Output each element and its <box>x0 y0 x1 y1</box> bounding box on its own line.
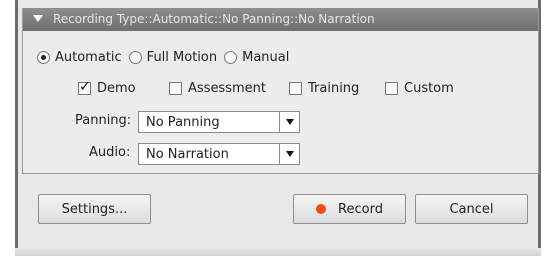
radio-full-motion-icon[interactable] <box>128 51 142 64</box>
mode-radio-group: Automatic Full Motion Manual <box>37 50 296 65</box>
chevron-down-icon[interactable] <box>279 144 299 164</box>
recording-type-header[interactable]: Recording Type::Automatic::No Panning::N… <box>23 8 538 31</box>
audio-label-text: Audio: <box>89 145 131 160</box>
checkbox-training-icon[interactable] <box>289 82 302 95</box>
mode-automatic[interactable]: Automatic <box>37 50 122 65</box>
record-button-label: Record <box>338 201 383 217</box>
checkbox-custom-icon[interactable] <box>385 82 398 95</box>
checkbox-assessment-icon[interactable] <box>169 82 182 95</box>
cancel-button[interactable]: Cancel <box>415 194 528 224</box>
type-check-assessment[interactable]: Assessment <box>169 81 266 96</box>
mode-full-motion[interactable]: Full Motion <box>128 50 218 65</box>
mode-full-motion-label: Full Motion <box>146 50 218 65</box>
type-demo-label: Demo <box>97 81 136 96</box>
mode-manual-label: Manual <box>242 50 290 65</box>
mode-manual[interactable]: Manual <box>224 50 289 65</box>
audio-label: Audio: <box>89 145 130 160</box>
radio-manual-icon[interactable] <box>224 51 238 64</box>
settings-button[interactable]: Settings... <box>38 194 151 224</box>
chevron-down-icon[interactable] <box>279 112 299 132</box>
cancel-button-label: Cancel <box>449 201 494 217</box>
dialog-bottom-edge <box>15 248 541 256</box>
audio-select[interactable]: No Narration <box>138 143 300 165</box>
checkbox-demo-icon[interactable] <box>78 79 91 95</box>
type-custom-label: Custom <box>404 81 454 96</box>
panning-select[interactable]: No Panning <box>138 111 300 133</box>
record-dot-icon <box>316 204 327 214</box>
panning-label: Panning: <box>75 113 131 128</box>
settings-button-label: Settings... <box>61 201 128 217</box>
recording-type-header-text: Recording Type::Automatic::No Panning::N… <box>53 12 375 26</box>
type-check-demo[interactable]: Demo <box>78 79 136 96</box>
recording-type-panel: Recording Type::Automatic::No Panning::N… <box>22 8 539 174</box>
type-training-label: Training <box>308 81 360 96</box>
panning-label-text: Panning: <box>75 113 132 128</box>
type-check-custom[interactable]: Custom <box>385 81 454 96</box>
mode-automatic-label: Automatic <box>55 50 122 65</box>
type-assessment-label: Assessment <box>188 81 266 96</box>
collapse-triangle-icon[interactable] <box>33 15 43 22</box>
type-check-training[interactable]: Training <box>289 81 359 96</box>
record-button[interactable]: Record <box>293 194 406 224</box>
radio-automatic-icon[interactable] <box>37 51 50 64</box>
panning-select-value: No Panning <box>146 114 220 130</box>
audio-select-value: No Narration <box>146 146 229 162</box>
